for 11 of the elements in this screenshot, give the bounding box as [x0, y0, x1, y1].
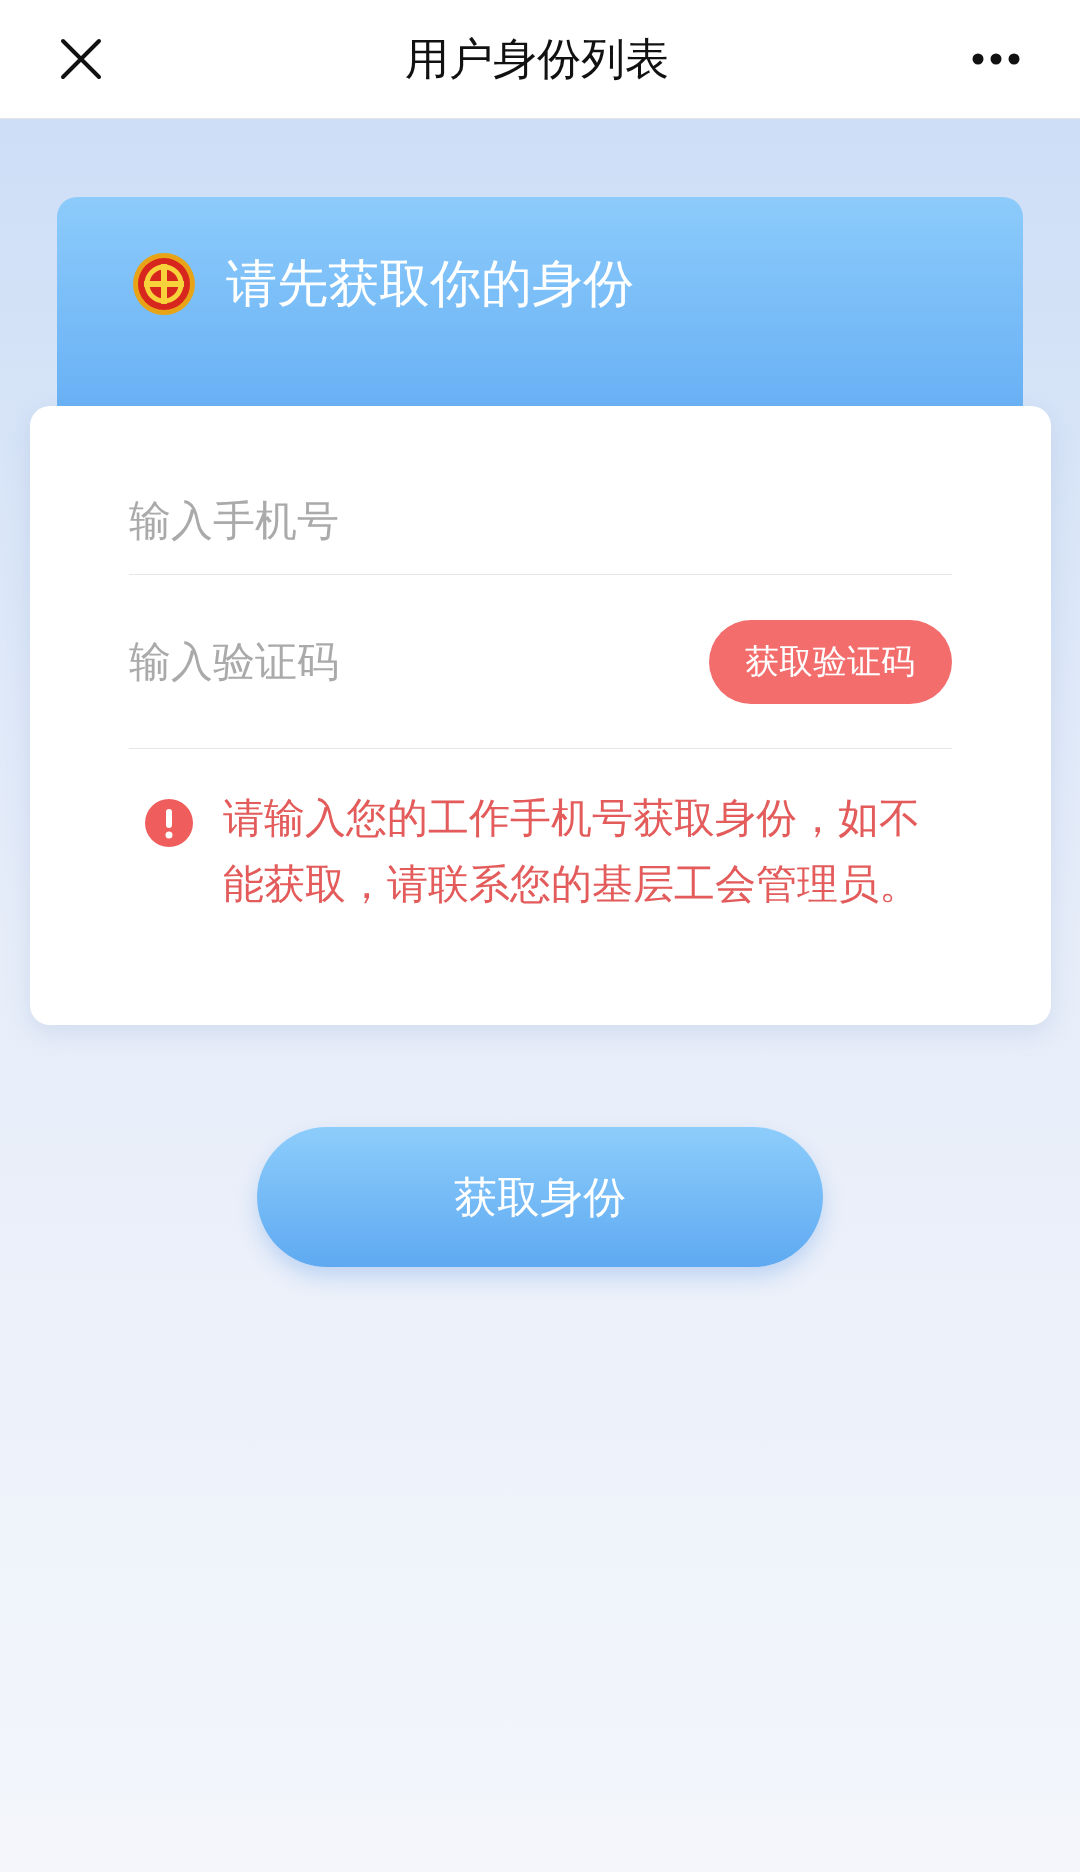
code-field[interactable]: 输入验证码 [128, 621, 709, 702]
phone-field[interactable]: 输入手机号 [128, 468, 952, 575]
warning-icon [144, 799, 193, 847]
banner-title: 请先获取你的身份 [226, 254, 634, 314]
submit-button[interactable]: 获取身份 [257, 1127, 823, 1267]
close-icon[interactable] [60, 38, 102, 80]
more-icon[interactable] [972, 53, 1020, 65]
emblem-icon [132, 252, 196, 316]
page-title: 用户身份列表 [405, 33, 669, 85]
get-code-button[interactable]: 获取验证码 [708, 619, 952, 704]
notice-text: 请输入您的工作手机号获取身份，如不能获取，请联系您的基层工会管理员。 [222, 794, 921, 909]
